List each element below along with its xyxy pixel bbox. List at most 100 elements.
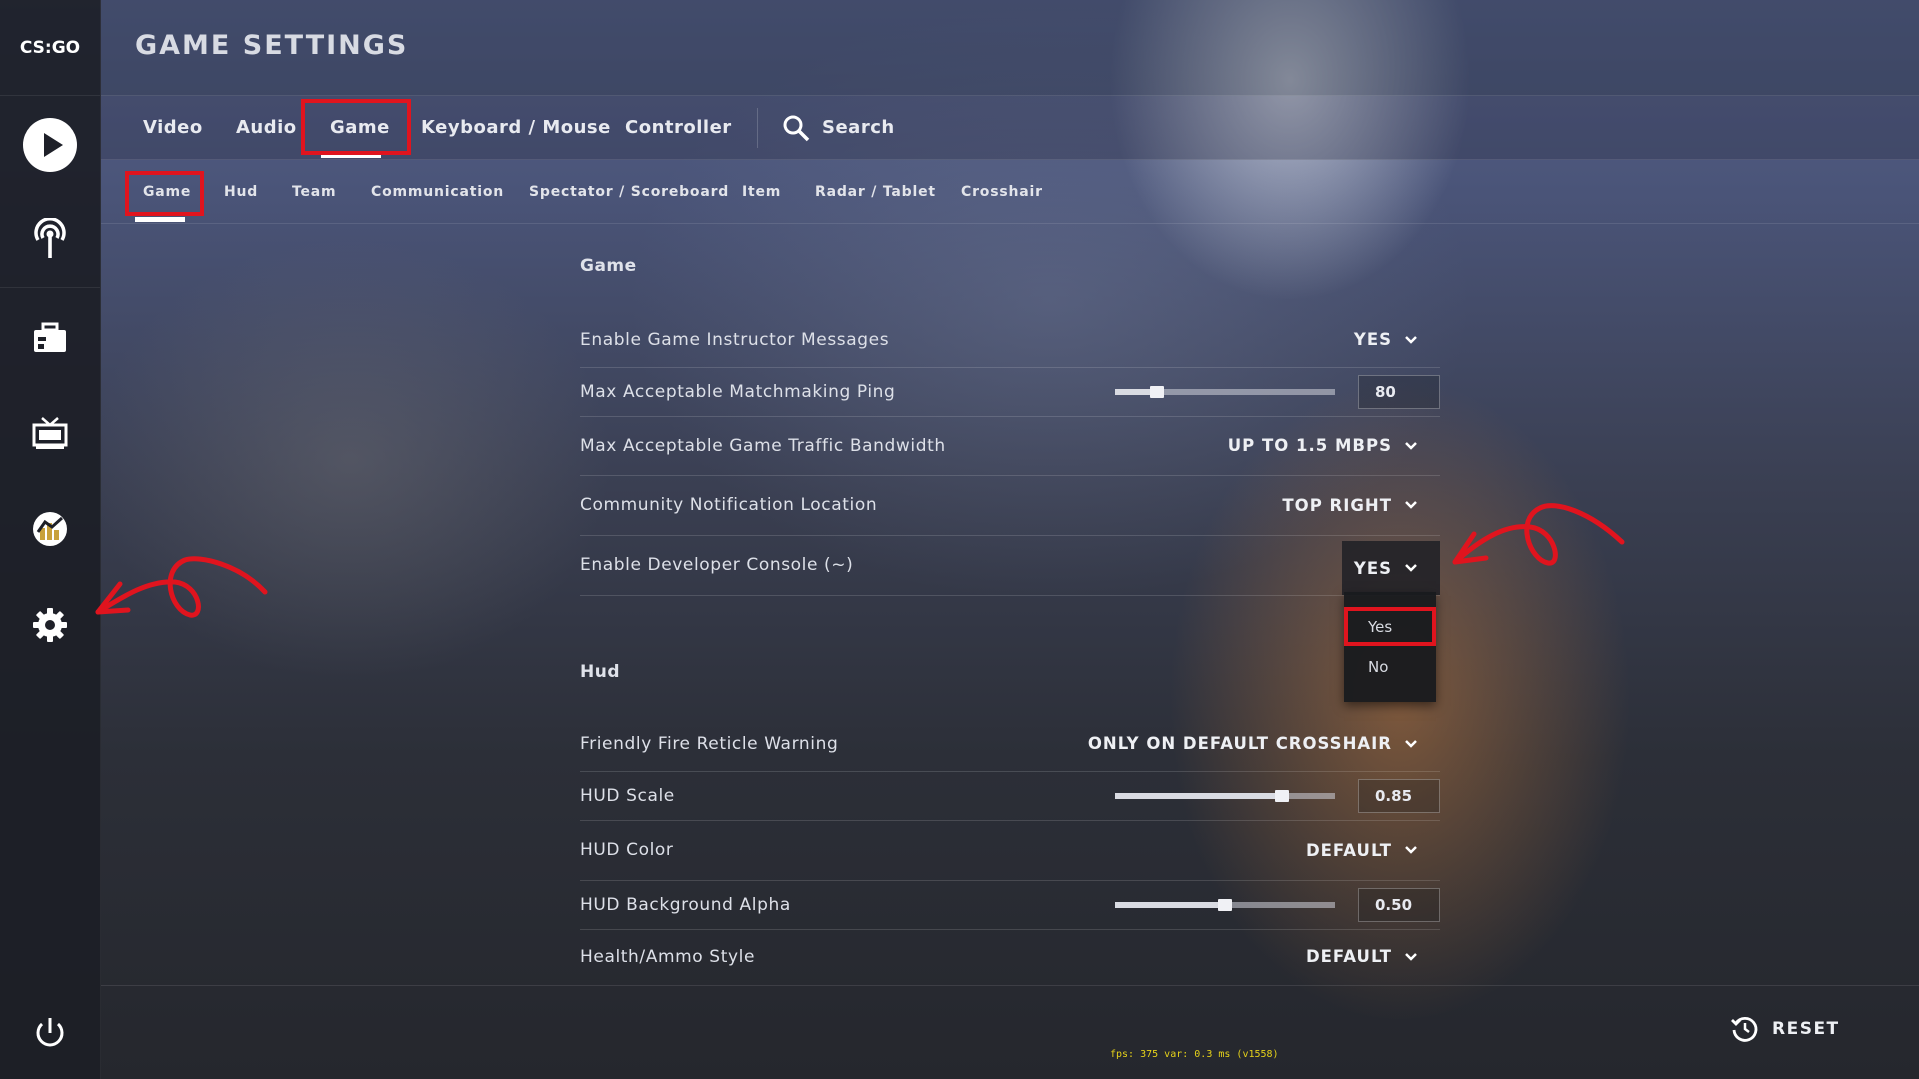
stats-icon [33,512,67,546]
section-title-hud: Hud [580,662,620,682]
dropdown-value: DEFAULT [1305,840,1392,860]
notification-location-dropdown[interactable]: TOP RIGHT [1270,475,1440,535]
search-label: Search [822,117,895,138]
ping-value-input[interactable]: 80 [1358,374,1440,409]
tab-audio[interactable]: Audio [236,96,297,159]
dropdown-value: DEFAULT [1305,947,1392,966]
hud-scale-slider[interactable] [1115,789,1335,802]
tab-game[interactable]: Game [330,96,390,159]
dropdown-value: YES [1353,558,1392,578]
setting-row-ff-warning: Friendly Fire Reticle Warning ONLY ON DE… [580,716,1440,772]
fps-counter: fps: 375 var: 0.3 ms (v1558) [1110,1049,1279,1060]
gear-icon [33,608,67,642]
broadcast-button[interactable] [0,204,100,274]
dropdown-option-yes[interactable]: Yes [1344,608,1436,646]
chevron-down-icon [1405,335,1417,344]
chevron-down-icon [1405,501,1417,509]
header: GAME SETTINGS [101,0,1919,96]
dropdown-value: UP TO 1.5 MBPS [1227,436,1392,455]
setting-label: HUD Color [580,840,674,860]
sidebar: CS:GO [0,0,101,1079]
reset-label: RESET [1772,1019,1840,1039]
inventory-button[interactable] [0,303,100,373]
setting-label: Community Notification Location [580,495,878,515]
slider-fill [1115,792,1283,799]
sidebar-divider [0,287,100,288]
setting-label: Health/Ammo Style [580,946,756,967]
settings-button[interactable] [0,590,100,660]
setting-row-hud-alpha: HUD Background Alpha 0.50 [580,880,1440,930]
ping-slider[interactable] [1115,385,1335,398]
csgo-logo: CS:GO [0,0,100,96]
sub-tabs: Game Hud Team Communication Spectator / … [101,160,1919,224]
footer-divider [101,985,1919,986]
hud-alpha-slider[interactable] [1115,898,1335,911]
dropdown-value: YES [1353,330,1392,349]
tab-controller[interactable]: Controller [625,96,732,159]
setting-row-instructor: Enable Game Instructor Messages YES [580,312,1440,368]
dropdown-value: ONLY ON DEFAULT CROSSHAIR [1087,734,1392,753]
setting-row-notification-location: Community Notification Location TOP RIGH… [580,475,1440,536]
subtab-radar-tablet[interactable]: Radar / Tablet [815,160,936,223]
dropdown-option-no[interactable]: No [1344,648,1436,686]
setting-label: HUD Scale [580,785,675,806]
active-subtab-indicator [135,217,185,222]
setting-row-developer-console: Enable Developer Console (~) YES [580,535,1440,596]
setting-label: Max Acceptable Matchmaking Ping [580,381,896,402]
chevron-down-icon [1405,952,1417,961]
search-button[interactable]: Search [782,96,895,159]
setting-row-bandwidth: Max Acceptable Game Traffic Bandwidth UP… [580,416,1440,476]
setting-label: Enable Developer Console (~) [580,555,854,575]
subtab-crosshair[interactable]: Crosshair [961,160,1043,223]
tv-icon [32,417,68,449]
slider-handle[interactable] [1275,789,1290,802]
ff-warning-dropdown[interactable]: ONLY ON DEFAULT CROSSHAIR [1076,716,1440,771]
search-icon [783,115,810,141]
slider-fill [1115,901,1225,908]
chevron-down-icon [1405,441,1417,450]
section-title-game: Game [580,256,637,276]
subtab-hud[interactable]: Hud [224,160,258,223]
setting-label: Max Acceptable Game Traffic Bandwidth [580,435,946,456]
main-tabs: Video Audio Game Keyboard / Mouse Contro… [101,96,1919,160]
stats-button[interactable] [0,494,100,564]
page-title: GAME SETTINGS [135,30,409,61]
subtab-game[interactable]: Game [143,160,191,223]
setting-row-ping: Max Acceptable Matchmaking Ping 80 [580,367,1440,417]
hud-alpha-value-input[interactable]: 0.50 [1358,887,1440,922]
hud-color-dropdown[interactable]: DEFAULT [1294,820,1440,880]
chevron-down-icon [1405,739,1417,748]
instructor-dropdown[interactable]: YES [1342,312,1440,367]
hud-scale-value-input[interactable]: 0.85 [1358,778,1440,813]
bandwidth-dropdown[interactable]: UP TO 1.5 MBPS [1216,416,1440,475]
setting-row-health-style: Health/Ammo Style DEFAULT [580,929,1440,984]
subtab-communication[interactable]: Communication [371,160,504,223]
briefcase-icon [34,322,66,352]
tabs-separator [757,108,758,148]
reset-button[interactable]: RESET [1730,1014,1840,1044]
antenna-icon [34,218,66,258]
slider-handle[interactable] [1218,898,1232,911]
health-style-dropdown[interactable]: DEFAULT [1294,929,1440,984]
setting-label: HUD Background Alpha [580,894,791,915]
active-tab-indicator [321,153,381,158]
slider-handle[interactable] [1149,385,1164,398]
setting-row-hud-color: HUD Color DEFAULT [580,820,1440,881]
power-icon [36,1018,64,1047]
developer-console-dropdown-menu: Yes No [1344,592,1436,702]
watch-button[interactable] [0,398,100,468]
chevron-down-icon [1405,564,1417,572]
tab-video[interactable]: Video [143,96,203,159]
subtab-team[interactable]: Team [292,160,336,223]
play-button[interactable] [0,110,100,180]
subtab-item[interactable]: Item [742,160,781,223]
chevron-down-icon [1405,846,1417,854]
developer-console-dropdown[interactable]: YES [1341,541,1440,595]
subtab-spectator-scoreboard[interactable]: Spectator / Scoreboard [529,160,729,223]
history-icon [1731,1016,1758,1042]
tab-keyboard-mouse[interactable]: Keyboard / Mouse [421,96,611,159]
power-button[interactable] [0,998,100,1068]
setting-row-hud-scale: HUD Scale 0.85 [580,771,1440,821]
play-icon [23,118,77,172]
dropdown-value: TOP RIGHT [1282,495,1392,515]
